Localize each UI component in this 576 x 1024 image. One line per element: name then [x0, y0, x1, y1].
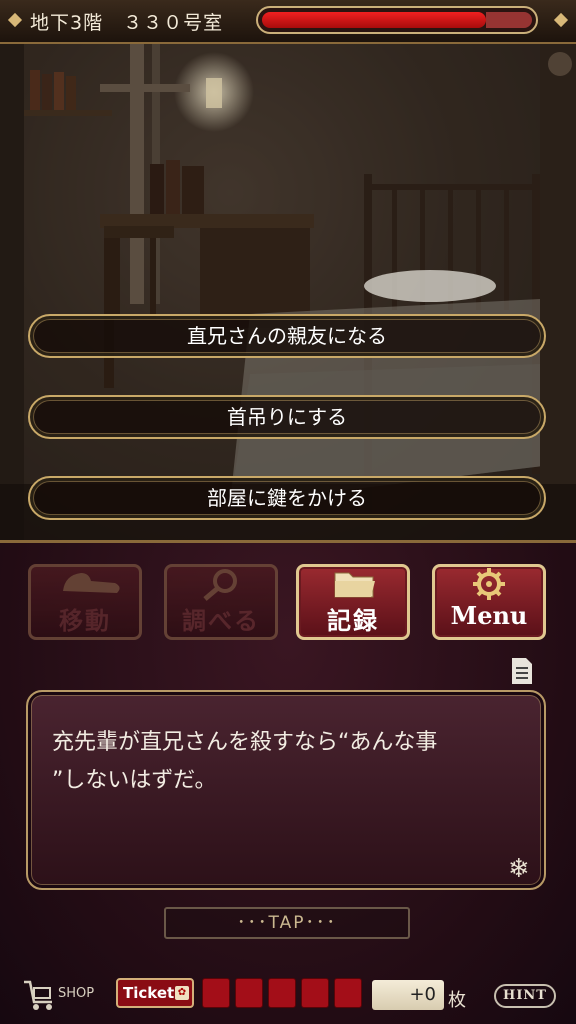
ticket-badge-icon: ✿: [175, 986, 189, 1000]
choice-label: 部屋に鍵をかける: [207, 486, 367, 510]
ticket-slot: [268, 978, 296, 1008]
record-label: 記録: [327, 607, 379, 635]
choice-button-2[interactable]: 首吊りにする: [28, 395, 546, 439]
magnifier-icon: [167, 567, 275, 601]
health-bar: [256, 6, 538, 34]
ticket-slot: [202, 978, 230, 1008]
snowflake-icon: ❄: [508, 854, 530, 884]
shop-label: SHOP: [58, 986, 95, 1001]
ticket-button[interactable]: Ticket ✿: [116, 978, 194, 1008]
choice-button-3[interactable]: 部屋に鍵をかける: [28, 476, 546, 520]
message-line: ”しないはずだ。: [52, 768, 217, 793]
health-bar-fill: [262, 12, 486, 28]
hint-button[interactable]: HINT: [494, 984, 556, 1008]
menu-button[interactable]: Menu: [432, 564, 546, 640]
shop-button[interactable]: SHOP: [20, 978, 100, 1012]
ticket-slot: [334, 978, 362, 1008]
move-label: 移動: [59, 607, 111, 635]
status-bar: 地下3階 ３３０号室: [0, 0, 576, 44]
ticket-slot: [301, 978, 329, 1008]
ornament-icon: [7, 12, 23, 28]
choice-label: 直兄さんの親友になる: [187, 324, 387, 348]
examine-button[interactable]: 調べる: [164, 564, 278, 640]
choice-label: 首吊りにする: [226, 405, 348, 429]
ticket-slot: [235, 978, 263, 1008]
record-button[interactable]: 記録: [296, 564, 410, 640]
log-icon[interactable]: [510, 656, 534, 686]
menu-label: Menu: [450, 601, 528, 630]
count-unit: 枚: [448, 990, 466, 1011]
folder-icon: [299, 567, 407, 601]
room-illustration: [0, 44, 576, 540]
ornament-icon: [553, 12, 569, 28]
message-line: 充先輩が直兄さんを殺すなら“あんな事: [52, 730, 438, 755]
hint-label: HINT: [503, 988, 547, 1003]
move-button[interactable]: 移動: [28, 564, 142, 640]
health-bar-remainder: [486, 12, 532, 28]
location-label: 地下3階 ３３０号室: [30, 12, 224, 34]
message-text: 充先輩が直兄さんを殺すなら“あんな事 ”しないはずだ。: [52, 724, 532, 800]
ticket-count: +0: [372, 980, 444, 1010]
tap-button[interactable]: ･･･TAP･･･: [164, 907, 410, 939]
cart-icon: [24, 980, 52, 1010]
shoe-icon: [31, 567, 139, 601]
ticket-label: Ticket: [123, 984, 175, 1002]
choice-button-1[interactable]: 直兄さんの親友になる: [28, 314, 546, 358]
gear-icon: [435, 567, 543, 601]
room-scene: [0, 44, 576, 540]
examine-label: 調べる: [182, 607, 260, 635]
tap-label: ･･･TAP･･･: [237, 913, 337, 933]
